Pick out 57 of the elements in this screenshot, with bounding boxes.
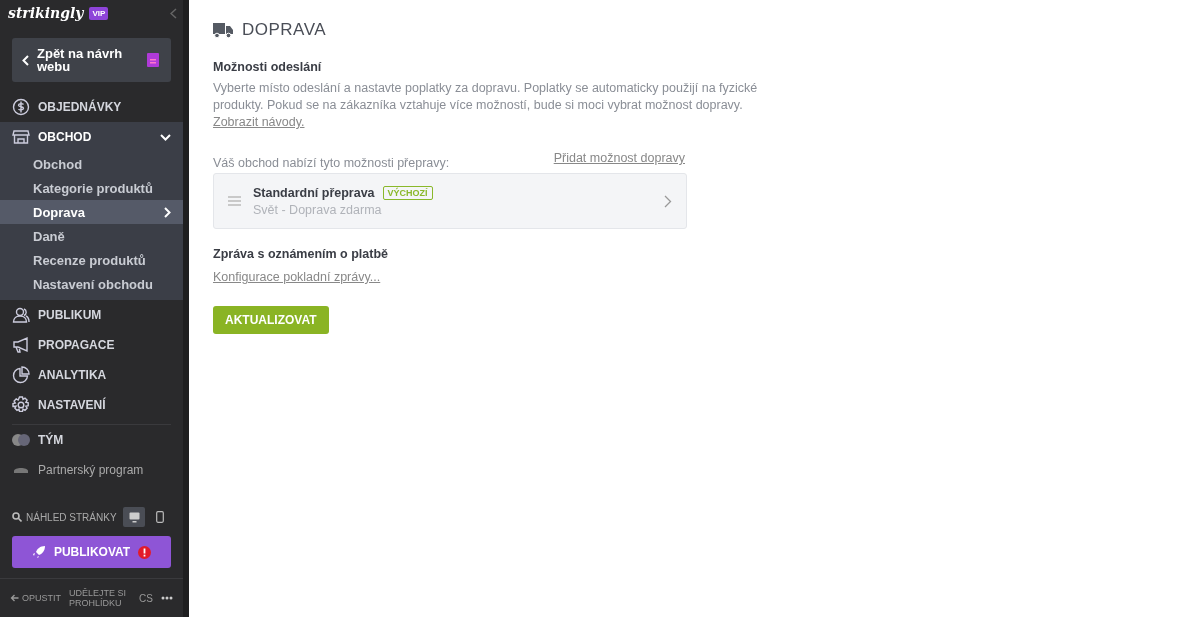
option-detail: Svět - Doprava zdarma bbox=[253, 202, 383, 217]
add-shipping-link[interactable]: Přidat možnost dopravy bbox=[553, 151, 685, 165]
chevron-right-icon bbox=[664, 194, 672, 208]
option-name: Standardní přeprava bbox=[253, 185, 375, 200]
store-icon bbox=[12, 128, 30, 146]
megaphone-icon bbox=[12, 336, 30, 354]
nav-item[interactable]: NASTAVENÍ bbox=[0, 390, 183, 420]
section-title: Možnosti odeslání bbox=[213, 60, 323, 74]
nav-item[interactable]: PROPAGACE bbox=[0, 330, 183, 360]
back-button[interactable]: Zpět na návrh webu bbox=[12, 38, 171, 82]
language-selector[interactable]: CS bbox=[139, 592, 153, 604]
nav-subitem[interactable]: Daně bbox=[0, 224, 183, 248]
preview-link[interactable]: NÁHLED STRÁNKY bbox=[26, 511, 119, 523]
nav-subitem[interactable]: Kategorie produktů bbox=[0, 176, 183, 200]
configure-link[interactable]: Konfigurace pokladní zprávy... bbox=[213, 270, 381, 284]
more-icon[interactable] bbox=[161, 596, 173, 600]
nav-item[interactable]: Partnerský program bbox=[0, 455, 183, 485]
nav-subitem[interactable]: Nastavení obchodu bbox=[0, 272, 183, 296]
default-tag: VÝCHOZÍ bbox=[382, 185, 433, 200]
nav-subitem[interactable]: Doprava bbox=[0, 200, 183, 224]
arrow-left-icon bbox=[10, 594, 19, 602]
page-title: DOPRAVA bbox=[242, 20, 327, 40]
nav-item[interactable]: PUBLIKUM bbox=[0, 300, 183, 330]
logo[interactable]: strikingly bbox=[8, 5, 84, 21]
drag-handle-icon[interactable] bbox=[228, 196, 241, 206]
nav-item[interactable]: OBJEDNÁVKY bbox=[0, 92, 183, 122]
document-icon bbox=[147, 53, 159, 67]
nav-item[interactable]: OBCHOD bbox=[0, 122, 183, 152]
phone-icon bbox=[156, 511, 164, 523]
search-icon bbox=[12, 512, 22, 522]
publish-button[interactable]: PUBLIKOVAT bbox=[12, 536, 171, 568]
exit-link[interactable]: OPUSTIT bbox=[10, 593, 61, 603]
nav-item[interactable]: ANALYTIKA bbox=[0, 360, 183, 390]
description: Vyberte místo odeslání a nastavte poplatky za dopravu. Poplatky se automaticky použijí na fyzické produkty. Pokud se na zákazníka vztahuje více možností, bude si moci vybrat možnost dopravy. Zobrazit návody. bbox=[213, 80, 759, 131]
users-icon bbox=[12, 306, 30, 324]
options-label: Váš obchod nabízí tyto možnosti přepravy: bbox=[213, 155, 450, 170]
dollar-icon bbox=[12, 98, 30, 116]
chevron-down-icon bbox=[160, 133, 171, 141]
chevron-right-icon bbox=[164, 206, 171, 218]
chevron-left-icon[interactable] bbox=[170, 7, 177, 19]
help-link[interactable]: Zobrazit návody. bbox=[213, 115, 305, 129]
rocket-icon bbox=[31, 545, 46, 559]
tour-link[interactable]: UDĚLEJTE SI PROHLÍDKU bbox=[69, 588, 131, 608]
desktop-view-button[interactable] bbox=[123, 507, 145, 527]
nav-item[interactable]: TÝM bbox=[0, 425, 183, 455]
shipping-option-card[interactable]: Standardní přeprava VÝCHOZÍ Svět - Doprava zdarma bbox=[213, 173, 687, 229]
nav-subitem[interactable]: Obchod bbox=[0, 152, 183, 176]
scrollbar[interactable] bbox=[183, 0, 189, 617]
section-title: Zpráva s oznámením o platbě bbox=[213, 247, 390, 261]
vip-badge: VIP bbox=[89, 6, 109, 20]
settings-icon bbox=[12, 396, 30, 414]
nav-subitem[interactable]: Recenze produktů bbox=[0, 248, 183, 272]
monitor-icon bbox=[128, 511, 140, 523]
avatars-icon bbox=[12, 434, 30, 446]
chevron-left-icon bbox=[22, 54, 29, 66]
truck-icon bbox=[213, 22, 233, 38]
pie-chart-icon bbox=[12, 366, 30, 384]
